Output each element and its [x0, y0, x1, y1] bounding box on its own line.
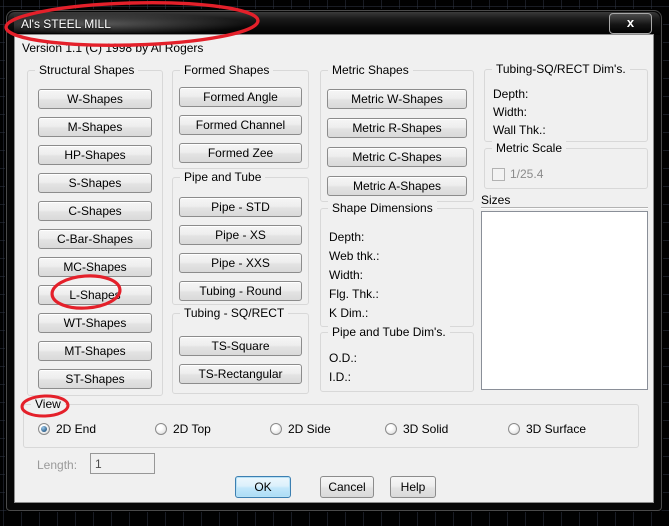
sizes-listbox[interactable]	[481, 211, 648, 390]
radio-2d-top-label: 2D Top	[173, 422, 211, 436]
tubing-sq-rect-group: Tubing - SQ/RECT TS-Square TS-Rectangula…	[172, 306, 309, 394]
metric-shapes-group: Metric Shapes Metric W-Shapes Metric R-S…	[320, 63, 474, 202]
mc-shapes-button[interactable]: MC-Shapes	[38, 257, 152, 277]
s-shapes-button[interactable]: S-Shapes	[38, 173, 152, 193]
close-icon: x	[626, 15, 635, 30]
dialog-title: Al's STEEL MILL	[21, 17, 111, 31]
radio-2d-end[interactable]: 2D End	[38, 422, 96, 436]
shape-depth-label: Depth:	[329, 230, 365, 244]
close-button[interactable]: x	[609, 13, 652, 34]
radio-3d-surface[interactable]: 3D Surface	[508, 422, 586, 436]
steel-mill-dialog: Al's STEEL MILL x Version 1.1 (C) 1998 b…	[6, 10, 662, 511]
tubing-round-button[interactable]: Tubing - Round	[179, 281, 302, 301]
pipe-od-label: O.D.:	[329, 351, 358, 365]
structural-shapes-group: Structural Shapes W-Shapes M-Shapes HP-S…	[27, 63, 163, 396]
metric-r-shapes-button[interactable]: Metric R-Shapes	[327, 118, 467, 138]
pipe-id-label: I.D.:	[329, 370, 352, 384]
formed-shapes-group: Formed Shapes Formed Angle Formed Channe…	[172, 63, 309, 169]
metric-w-shapes-button[interactable]: Metric W-Shapes	[327, 89, 467, 109]
radio-button-icon	[270, 423, 282, 435]
l-shapes-button[interactable]: L-Shapes	[38, 285, 152, 305]
radio-3d-surface-label: 3D Surface	[526, 422, 587, 436]
metric-scale-group: Metric Scale 1/25.4	[484, 141, 648, 189]
tubing-width-label: Width:	[493, 105, 528, 119]
metric-scale-checkbox-label: 1/25.4	[510, 167, 544, 181]
view-group: View 2D End 2D Top 2D Side 3D Solid 3D S…	[23, 397, 639, 448]
cancel-button[interactable]: Cancel	[320, 476, 374, 498]
sizes-divider	[481, 207, 648, 209]
radio-2d-side[interactable]: 2D Side	[270, 422, 331, 436]
hp-shapes-button[interactable]: HP-Shapes	[38, 145, 152, 165]
radio-button-icon	[385, 423, 397, 435]
formed-channel-button[interactable]: Formed Channel	[179, 115, 302, 135]
help-button[interactable]: Help	[390, 476, 436, 498]
dialog-client-area: Version 1.1 (C) 1998 by Al Rogers Struct…	[14, 34, 654, 503]
metric-scale-group-title: Metric Scale	[492, 141, 567, 155]
w-shapes-button[interactable]: W-Shapes	[38, 89, 152, 109]
pipe-xs-button[interactable]: Pipe - XS	[179, 225, 302, 245]
metric-scale-checkbox[interactable]	[492, 167, 505, 181]
metric-a-shapes-button[interactable]: Metric A-Shapes	[327, 176, 467, 196]
formed-zee-button[interactable]: Formed Zee	[179, 143, 302, 163]
sizes-label: Sizes	[481, 193, 511, 207]
c-bar-shapes-button[interactable]: C-Bar-Shapes	[38, 229, 152, 249]
c-shapes-button[interactable]: C-Shapes	[38, 201, 152, 221]
pipe-xxs-button[interactable]: Pipe - XXS	[179, 253, 302, 273]
view-group-title: View	[31, 397, 65, 411]
metric-scale-checkbox-row: 1/25.4	[492, 167, 543, 181]
radio-button-icon	[38, 423, 50, 435]
ts-rectangular-button[interactable]: TS-Rectangular	[179, 364, 302, 384]
length-input[interactable]	[90, 453, 155, 474]
formed-angle-button[interactable]: Formed Angle	[179, 87, 302, 107]
tubing-wall-thk-label: Wall Thk.:	[493, 123, 546, 137]
pipe-tube-dims-group: Pipe and Tube Dim's. O.D.: I.D.:	[320, 325, 474, 392]
ts-square-button[interactable]: TS-Square	[179, 336, 302, 356]
pipe-std-button[interactable]: Pipe - STD	[179, 197, 302, 217]
radio-button-icon	[508, 423, 520, 435]
mt-shapes-button[interactable]: MT-Shapes	[38, 341, 152, 361]
radio-button-icon	[155, 423, 167, 435]
radio-2d-side-label: 2D Side	[288, 422, 331, 436]
shape-flg-thk-label: Flg. Thk.:	[329, 287, 379, 301]
version-text: Version 1.1 (C) 1998 by Al Rogers	[22, 41, 204, 55]
length-label: Length:	[37, 458, 78, 472]
metric-c-shapes-button[interactable]: Metric C-Shapes	[327, 147, 467, 167]
tubing-depth-label: Depth:	[493, 87, 529, 101]
ok-button[interactable]: OK	[235, 476, 291, 498]
dialog-titlebar[interactable]: Al's STEEL MILL	[8, 12, 660, 35]
st-shapes-button[interactable]: ST-Shapes	[38, 369, 152, 389]
radio-3d-solid-label: 3D Solid	[403, 422, 449, 436]
pipe-and-tube-group: Pipe and Tube Pipe - STD Pipe - XS Pipe …	[172, 170, 309, 305]
shape-width-label: Width:	[329, 268, 364, 282]
radio-3d-solid[interactable]: 3D Solid	[385, 422, 448, 436]
radio-2d-end-label: 2D End	[56, 422, 97, 436]
wt-shapes-button[interactable]: WT-Shapes	[38, 313, 152, 333]
m-shapes-button[interactable]: M-Shapes	[38, 117, 152, 137]
shape-k-dim-label: K Dim.:	[329, 306, 369, 320]
tubing-dims-group: Tubing-SQ/RECT Dim's. Depth: Width: Wall…	[484, 62, 648, 142]
shape-dimensions-group: Shape Dimensions Depth: Web thk.: Width:…	[320, 201, 474, 327]
shape-web-thk-label: Web thk.:	[329, 249, 380, 263]
radio-2d-top[interactable]: 2D Top	[155, 422, 211, 436]
